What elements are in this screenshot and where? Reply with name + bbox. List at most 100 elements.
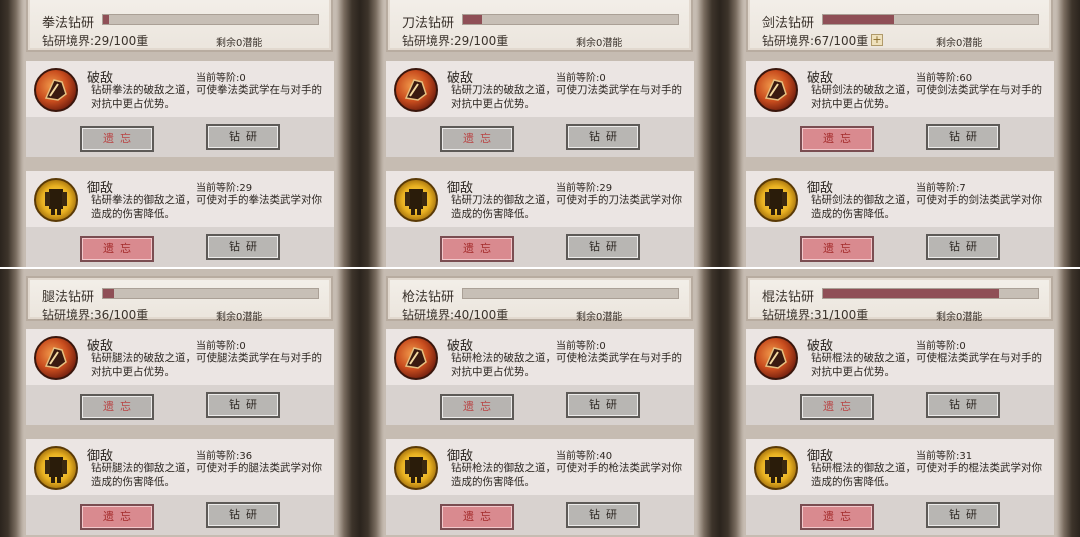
panel-title: 腿法钻研 — [42, 290, 95, 305]
card-level: 当前等阶:31 — [916, 451, 973, 462]
forget-button[interactable]: 遗忘 — [800, 126, 874, 152]
remaining-potential: 剩余0潜能 — [216, 312, 263, 323]
card-description: 钻研刀法的破敌之道，可使刀法类武学在与对手的对抗中更占优势。 — [451, 84, 682, 110]
progress-bar — [102, 14, 319, 25]
card-level: 当前等阶:60 — [916, 73, 973, 84]
study-button[interactable]: 钻研 — [926, 502, 1000, 528]
card-description: 钻研枪法的破敌之道，可使枪法类武学在与对手的对抗中更占优势。 — [451, 352, 682, 378]
card-break-enemy: 破敌 当前等阶:0 钻研棍法的破敌之道，可使棍法类武学在与对手的对抗中更占优势。… — [746, 329, 1054, 425]
card-description: 钻研拳法的破敌之道，可使拳法类武学在与对手的对抗中更占优势。 — [91, 84, 322, 110]
panel-title: 剑法钻研 — [762, 16, 815, 31]
forget-button[interactable]: 遗忘 — [440, 394, 514, 420]
progress-fill — [103, 289, 114, 298]
panel-leg: 腿法钻研 钻研境界:36/100重 剩余0潜能 破敌 当前等阶:0 钻研腿法的破… — [0, 268, 360, 537]
card-defend-enemy: 御敌 当前等阶:36 钻研腿法的御敌之道，可使对手的腿法类武学对你造成的伤害降低… — [26, 439, 334, 535]
card-defend-enemy: 御敌 当前等阶:29 钻研拳法的御敌之道，可使对手的拳法类武学对你造成的伤害降低… — [26, 171, 334, 267]
defend-enemy-icon — [34, 446, 78, 490]
break-enemy-icon — [34, 336, 78, 380]
panel-spear: 枪法钻研 钻研境界:40/100重 剩余0潜能 破敌 当前等阶:0 钻研枪法的破… — [360, 268, 720, 537]
card-level: 当前等阶:29 — [196, 183, 253, 194]
study-button[interactable]: 钻研 — [566, 502, 640, 528]
panel-title: 枪法钻研 — [402, 290, 455, 305]
study-button[interactable]: 钻研 — [566, 124, 640, 150]
card-break-enemy: 破敌 当前等阶:60 钻研剑法的破敌之道，可使剑法类武学在与对手的对抗中更占优势… — [746, 61, 1054, 157]
forget-button[interactable]: 遗忘 — [80, 126, 154, 152]
card-description: 钻研棍法的破敌之道，可使棍法类武学在与对手的对抗中更占优势。 — [811, 352, 1042, 378]
study-realm: 钻研境界:31/100重 — [762, 308, 869, 322]
card-defend-enemy: 御敌 当前等阶:29 钻研刀法的御敌之道，可使对手的刀法类武学对你造成的伤害降低… — [386, 171, 694, 267]
forget-button[interactable]: 遗忘 — [440, 504, 514, 530]
card-level: 当前等阶:0 — [916, 341, 966, 352]
panel-title: 拳法钻研 — [42, 16, 95, 31]
forget-button[interactable]: 遗忘 — [440, 236, 514, 262]
panel-staff: 棍法钻研 钻研境界:31/100重 剩余0潜能 破敌 当前等阶:0 钻研棍法的破… — [720, 268, 1080, 537]
add-potential-icon[interactable]: + — [871, 34, 883, 46]
card-break-enemy: 破敌 当前等阶:0 钻研腿法的破敌之道，可使腿法类武学在与对手的对抗中更占优势。… — [26, 329, 334, 425]
study-button[interactable]: 钻研 — [206, 392, 280, 418]
forget-button[interactable]: 遗忘 — [800, 504, 874, 530]
forget-button[interactable]: 遗忘 — [80, 394, 154, 420]
study-button[interactable]: 钻研 — [926, 392, 1000, 418]
defend-enemy-icon — [394, 446, 438, 490]
panel-title: 棍法钻研 — [762, 290, 815, 305]
study-button[interactable]: 钻研 — [206, 234, 280, 260]
card-description: 钻研刀法的御敌之道，可使对手的刀法类武学对你造成的伤害降低。 — [451, 194, 682, 220]
break-enemy-icon — [394, 68, 438, 112]
card-description: 钻研棍法的御敌之道，可使对手的棍法类武学对你造成的伤害降低。 — [811, 462, 1042, 488]
study-button[interactable]: 钻研 — [566, 234, 640, 260]
forget-button[interactable]: 遗忘 — [800, 236, 874, 262]
forget-button[interactable]: 遗忘 — [80, 236, 154, 262]
remaining-potential: 剩余0潜能 — [936, 312, 983, 323]
panel-header: 腿法钻研 钻研境界:36/100重 剩余0潜能 — [26, 276, 333, 323]
study-button[interactable]: 钻研 — [926, 234, 1000, 260]
panel-header: 枪法钻研 钻研境界:40/100重 剩余0潜能 — [386, 276, 693, 323]
progress-bar — [822, 288, 1039, 299]
card-description: 钻研剑法的破敌之道，可使剑法类武学在与对手的对抗中更占优势。 — [811, 84, 1042, 110]
card-break-enemy: 破敌 当前等阶:0 钻研刀法的破敌之道，可使刀法类武学在与对手的对抗中更占优势。… — [386, 61, 694, 157]
card-level: 当前等阶:0 — [556, 73, 606, 84]
panel-title: 刀法钻研 — [402, 16, 455, 31]
progress-bar — [822, 14, 1039, 25]
card-level: 当前等阶:36 — [196, 451, 253, 462]
study-button[interactable]: 钻研 — [206, 124, 280, 150]
card-description: 钻研拳法的御敌之道，可使对手的拳法类武学对你造成的伤害降低。 — [91, 194, 322, 220]
study-button[interactable]: 钻研 — [206, 502, 280, 528]
card-level: 当前等阶:0 — [196, 341, 246, 352]
progress-bar — [102, 288, 319, 299]
panel-header: 刀法钻研 钻研境界:29/100重 剩余0潜能 — [386, 0, 693, 52]
study-button[interactable]: 钻研 — [926, 124, 1000, 150]
study-button[interactable]: 钻研 — [566, 392, 640, 418]
forget-button[interactable]: 遗忘 — [80, 504, 154, 530]
defend-enemy-icon — [394, 178, 438, 222]
defend-enemy-icon — [754, 446, 798, 490]
panel-header: 拳法钻研 钻研境界:29/100重 剩余0潜能 — [26, 0, 333, 52]
card-level: 当前等阶:7 — [916, 183, 966, 194]
card-level: 当前等阶:29 — [556, 183, 613, 194]
defend-enemy-icon — [34, 178, 78, 222]
card-break-enemy: 破敌 当前等阶:0 钻研拳法的破敌之道，可使拳法类武学在与对手的对抗中更占优势。… — [26, 61, 334, 157]
panel-header: 剑法钻研 钻研境界:67/100重 剩余0潜能 + — [746, 0, 1053, 52]
progress-fill — [103, 15, 110, 24]
card-level: 当前等阶:0 — [556, 341, 606, 352]
study-realm: 钻研境界:29/100重 — [42, 34, 149, 48]
forget-button[interactable]: 遗忘 — [800, 394, 874, 420]
study-realm: 钻研境界:36/100重 — [42, 308, 149, 322]
panel-saber: 刀法钻研 钻研境界:29/100重 剩余0潜能 破敌 当前等阶:0 钻研刀法的破… — [360, 0, 720, 268]
study-realm: 钻研境界:67/100重 — [762, 34, 869, 48]
forget-button[interactable]: 遗忘 — [440, 126, 514, 152]
break-enemy-icon — [754, 336, 798, 380]
remaining-potential: 剩余0潜能 — [576, 312, 623, 323]
panel-sword: 剑法钻研 钻研境界:67/100重 剩余0潜能 + 破敌 当前等阶:60 钻研剑… — [720, 0, 1080, 268]
break-enemy-icon — [34, 68, 78, 112]
progress-bar — [462, 288, 679, 299]
card-defend-enemy: 御敌 当前等阶:7 钻研剑法的御敌之道，可使对手的剑法类武学对你造成的伤害降低。… — [746, 171, 1054, 267]
card-level: 当前等阶:40 — [556, 451, 613, 462]
break-enemy-icon — [754, 68, 798, 112]
remaining-potential: 剩余0潜能 — [936, 38, 983, 49]
study-realm: 钻研境界:29/100重 — [402, 34, 509, 48]
panel-fist: 拳法钻研 钻研境界:29/100重 剩余0潜能 破敌 当前等阶:0 钻研拳法的破… — [0, 0, 360, 268]
defend-enemy-icon — [754, 178, 798, 222]
break-enemy-icon — [394, 336, 438, 380]
remaining-potential: 剩余0潜能 — [216, 38, 263, 49]
remaining-potential: 剩余0潜能 — [576, 38, 623, 49]
